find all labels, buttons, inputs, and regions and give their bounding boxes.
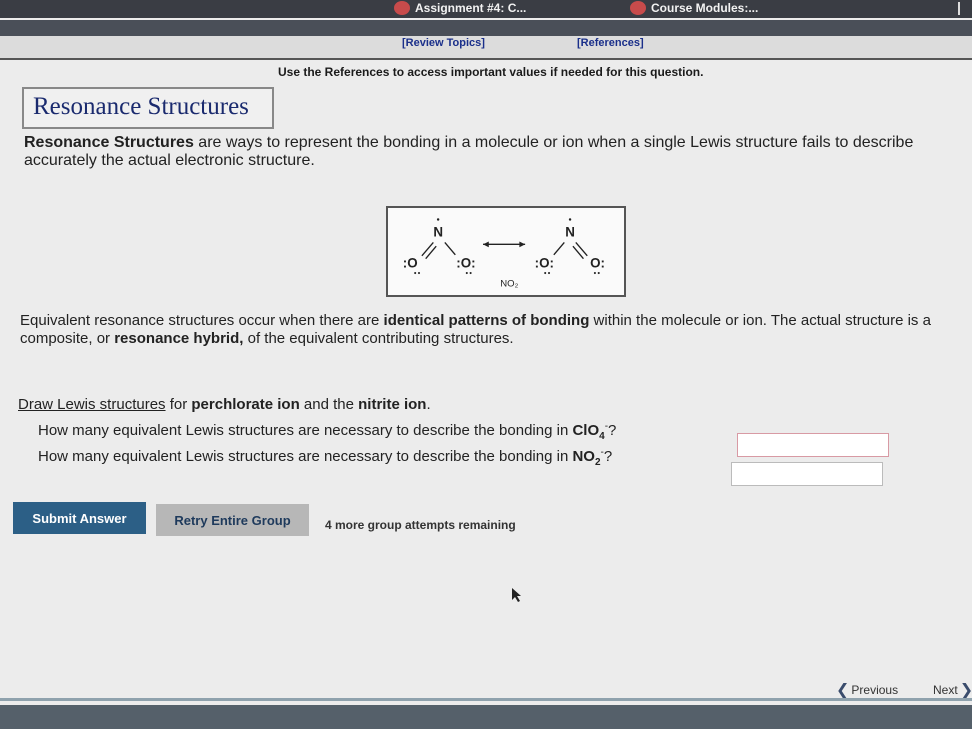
tab-favicon-icon bbox=[394, 1, 410, 15]
previous-button[interactable]: ❮ Previous bbox=[836, 680, 898, 700]
no2-answer-input[interactable] bbox=[731, 462, 883, 486]
intro-paragraph: Resonance Structures are ways to represe… bbox=[24, 134, 964, 170]
question-no2: How many equivalent Lewis structures are… bbox=[38, 447, 612, 468]
left-o2: :O: bbox=[456, 255, 475, 270]
next-button[interactable]: Next ❯ bbox=[933, 680, 972, 700]
header-dark-strip bbox=[0, 20, 972, 36]
equiv-text-1: Equivalent resonance structures occur wh… bbox=[20, 312, 384, 329]
intro-term: Resonance Structures bbox=[24, 134, 194, 151]
question-text: How many equivalent Lewis structures are… bbox=[38, 448, 573, 465]
equiv-bold-1: identical patterns of bonding bbox=[383, 312, 590, 329]
right-n: N bbox=[565, 225, 575, 240]
tab-favicon-icon bbox=[630, 1, 646, 15]
draw-bold-2: nitrite ion bbox=[358, 396, 427, 413]
left-n: N bbox=[433, 225, 443, 240]
question-end: ? bbox=[603, 448, 613, 465]
attempts-remaining: 4 more group attempts remaining bbox=[325, 518, 516, 532]
draw-text-1: for bbox=[165, 396, 192, 413]
browser-tab-bar: Assignment #4: C... Course Modules:... bbox=[0, 0, 972, 18]
draw-instruction: Draw Lewis structures for perchlorate io… bbox=[18, 396, 431, 413]
question-formula: NO bbox=[572, 448, 595, 465]
clo4-answer-input[interactable] bbox=[737, 433, 889, 457]
footer-band bbox=[0, 705, 972, 729]
question-end: ? bbox=[608, 422, 617, 439]
right-o2: O: bbox=[590, 255, 605, 270]
submit-answer-button[interactable]: Submit Answer bbox=[13, 502, 146, 534]
next-label: Next bbox=[933, 683, 958, 697]
previous-label: Previous bbox=[851, 683, 899, 697]
retry-group-button[interactable]: Retry Entire Group bbox=[156, 504, 309, 536]
mouse-cursor-icon bbox=[512, 588, 521, 602]
question-clo4: How many equivalent Lewis structures are… bbox=[38, 421, 616, 442]
footer-divider bbox=[0, 698, 972, 701]
tab-label: Assignment #4: C... bbox=[415, 1, 527, 15]
tab-divider-icon bbox=[958, 2, 960, 15]
question-formula-sub: 4 bbox=[599, 431, 605, 442]
question-text: How many equivalent Lewis structures are… bbox=[38, 422, 573, 439]
equivalent-paragraph: Equivalent resonance structures occur wh… bbox=[20, 312, 950, 348]
draw-text-2: and the bbox=[299, 396, 359, 413]
left-o1: :O bbox=[403, 255, 418, 270]
page-title: Resonance Structures bbox=[22, 87, 274, 129]
chevron-left-icon: ❮ bbox=[836, 682, 850, 699]
use-references-note: Use the References to access important v… bbox=[278, 65, 704, 79]
browser-tab-course-modules[interactable]: Course Modules:... bbox=[630, 1, 758, 15]
browser-tab-assignment[interactable]: Assignment #4: C... bbox=[394, 1, 526, 15]
chevron-right-icon: ❯ bbox=[959, 682, 972, 699]
question-formula: ClO bbox=[572, 422, 600, 439]
draw-lewis-link[interactable]: Draw Lewis structures bbox=[18, 396, 166, 413]
draw-text-3: . bbox=[426, 396, 431, 413]
question-formula-sub: 2 bbox=[594, 457, 601, 468]
right-o1: :O: bbox=[535, 255, 554, 270]
equiv-bold-2: resonance hybrid, bbox=[114, 330, 244, 347]
draw-bold-1: perchlorate ion bbox=[191, 396, 300, 413]
references-link[interactable]: [References] bbox=[577, 37, 644, 49]
no2-resonance-svg: :O N :O: :O: N O: NO₂ bbox=[403, 218, 605, 289]
diagram-caption: NO₂ bbox=[500, 278, 518, 289]
tab-label: Course Modules:... bbox=[651, 1, 759, 15]
equiv-text-3: of the equivalent contributing structure… bbox=[243, 330, 514, 347]
review-topics-link[interactable]: [Review Topics] bbox=[402, 37, 485, 49]
resonance-diagram: :O N :O: :O: N O: NO₂ bbox=[386, 206, 626, 297]
